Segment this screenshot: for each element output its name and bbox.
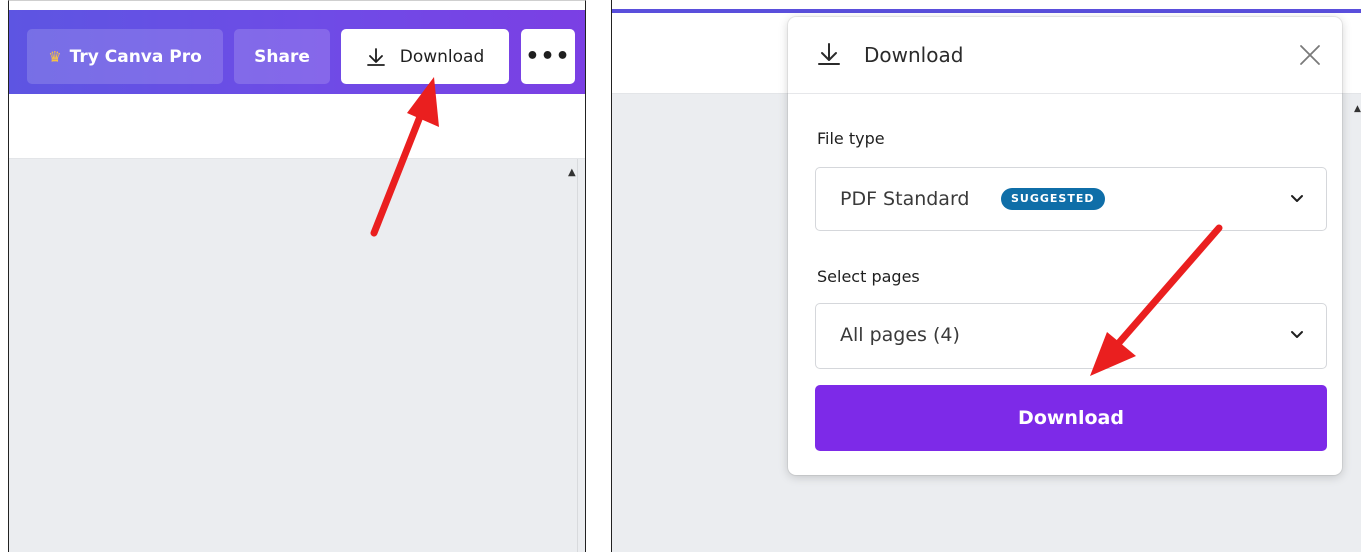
- file-type-label: File type: [817, 129, 885, 148]
- chevron-down-icon: [1291, 195, 1303, 202]
- scroll-up-icon[interactable]: ▲: [1354, 104, 1361, 114]
- file-type-value: PDF Standard: [840, 188, 970, 210]
- more-icon: •••: [525, 44, 571, 69]
- close-icon[interactable]: [1296, 41, 1324, 69]
- download-button[interactable]: Download: [341, 29, 509, 84]
- editor-sub-bar: [9, 94, 585, 159]
- try-canva-pro-button[interactable]: ♛ Try Canva Pro: [27, 29, 223, 84]
- more-options-button[interactable]: •••: [521, 29, 575, 84]
- select-pages-select[interactable]: All pages (4): [815, 303, 1327, 369]
- dialog-title: Download: [864, 43, 964, 67]
- right-screenshot-panel: ▲ Download File type PDF Standard SUGGES…: [611, 0, 1361, 552]
- download-icon: [366, 47, 385, 66]
- select-pages-value: All pages (4): [840, 324, 960, 346]
- download-label: Download: [399, 46, 485, 67]
- file-type-select[interactable]: PDF Standard SUGGESTED: [815, 167, 1327, 231]
- share-button[interactable]: Share: [234, 29, 330, 84]
- select-pages-label: Select pages: [817, 267, 920, 286]
- crown-icon: ♛: [48, 47, 62, 66]
- download-dialog: Download File type PDF Standard SUGGESTE…: [788, 17, 1342, 475]
- scroll-up-icon[interactable]: ▲: [568, 167, 576, 178]
- suggested-badge: SUGGESTED: [1001, 188, 1105, 210]
- left-screenshot-panel: ♛ Try Canva Pro Share Download ••• ▲: [8, 0, 586, 552]
- share-label: Share: [254, 46, 310, 67]
- editor-canvas-area: [9, 159, 585, 552]
- download-submit-label: Download: [1018, 407, 1124, 429]
- chevron-down-icon: [1291, 331, 1303, 338]
- dialog-header: Download: [788, 17, 1342, 94]
- scrollbar-track[interactable]: [577, 159, 578, 552]
- editor-top-bar: ♛ Try Canva Pro Share Download •••: [9, 10, 585, 94]
- download-icon: [818, 43, 840, 65]
- download-submit-button[interactable]: Download: [815, 385, 1327, 451]
- try-canva-pro-label: Try Canva Pro: [69, 46, 202, 67]
